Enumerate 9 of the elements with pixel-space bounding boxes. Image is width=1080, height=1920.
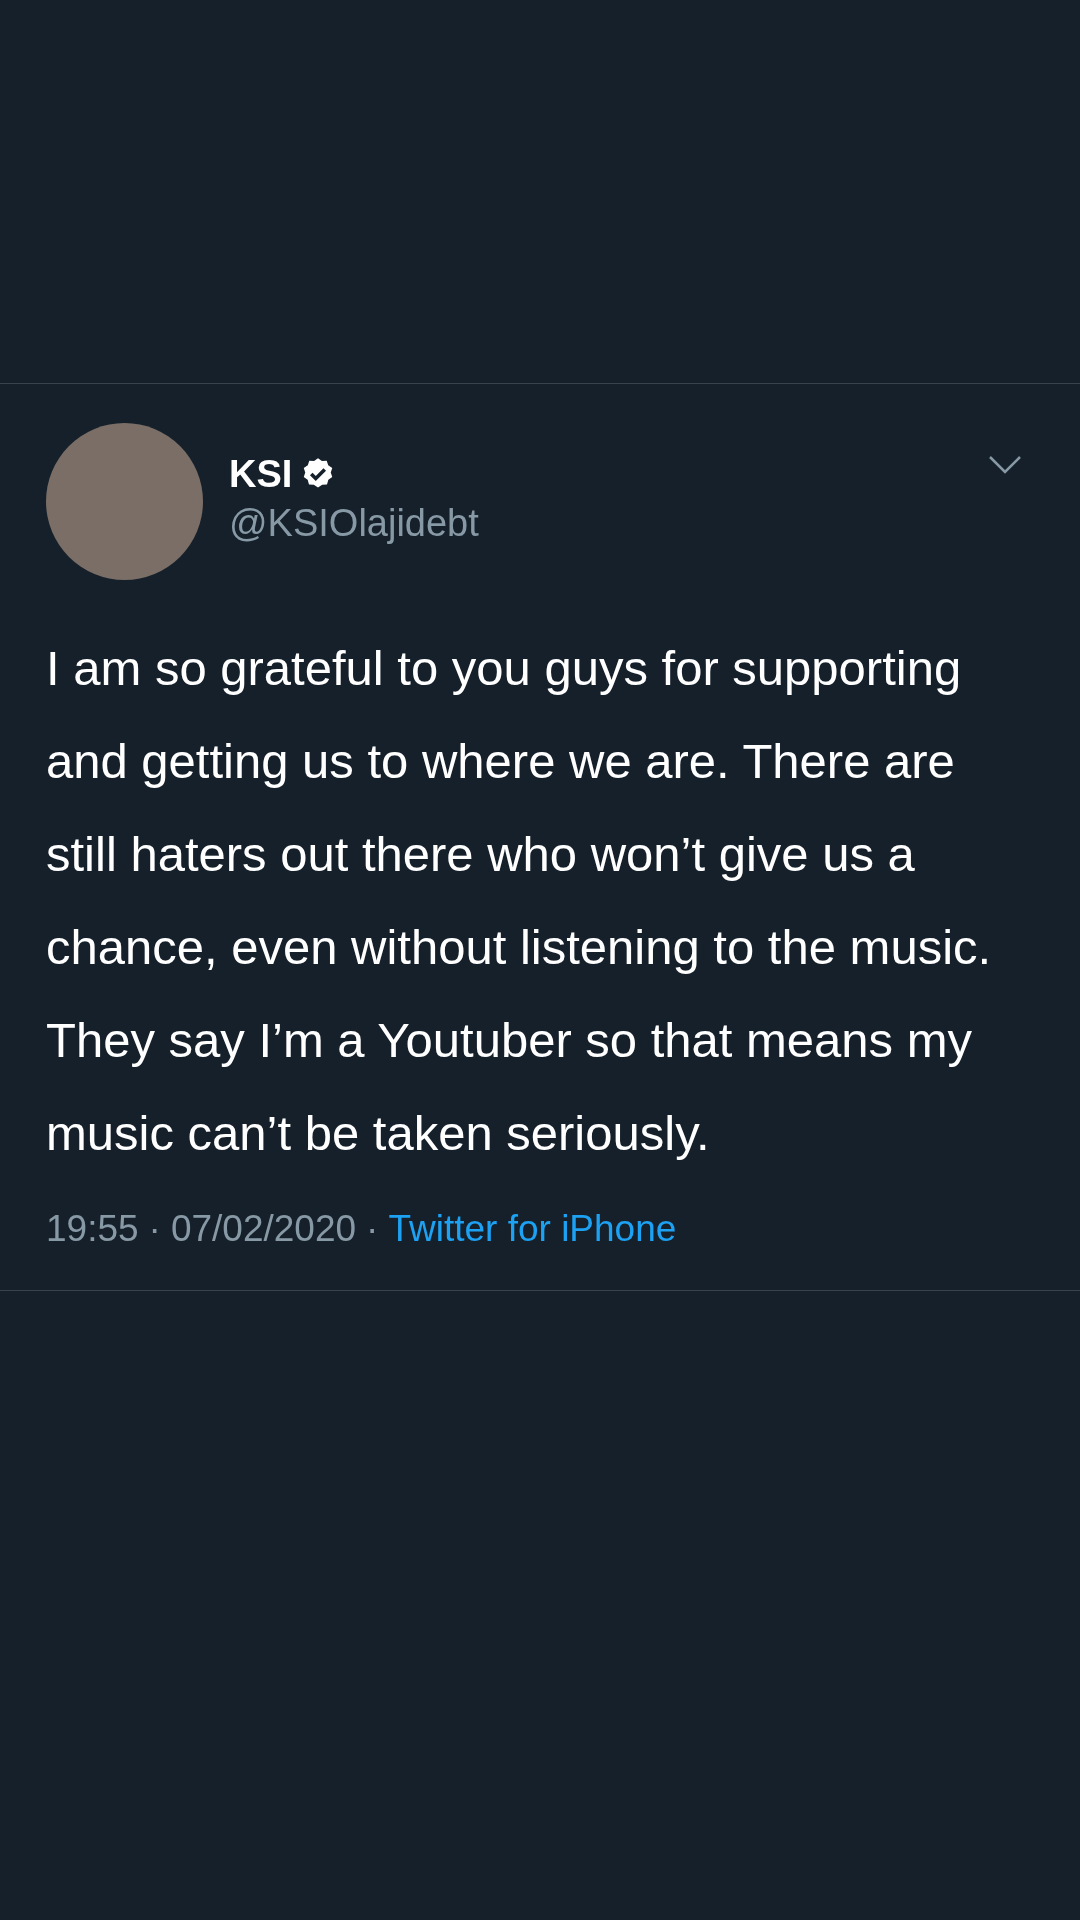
source-link[interactable]: Twitter for iPhone: [388, 1208, 677, 1250]
tweet-text: I am so grateful to you guys for supporting and getting us to where we are. There are still haters out there who won’t give us a chance, even without listening to the music. They say I’m a Youtuber so that means my music can’t be taken seriously.: [46, 640, 993, 1162]
tweet-date: 07/02/2020: [170, 1208, 357, 1250]
separator-dot: ·: [366, 1208, 379, 1250]
separator-dot: ·: [148, 1208, 161, 1250]
author-name: KSI: [229, 452, 293, 496]
author-handle: @KSIOlajidebt: [229, 501, 480, 545]
tweet-time: 19:55: [46, 1208, 139, 1250]
chevron-down-icon[interactable]: [988, 455, 1022, 475]
